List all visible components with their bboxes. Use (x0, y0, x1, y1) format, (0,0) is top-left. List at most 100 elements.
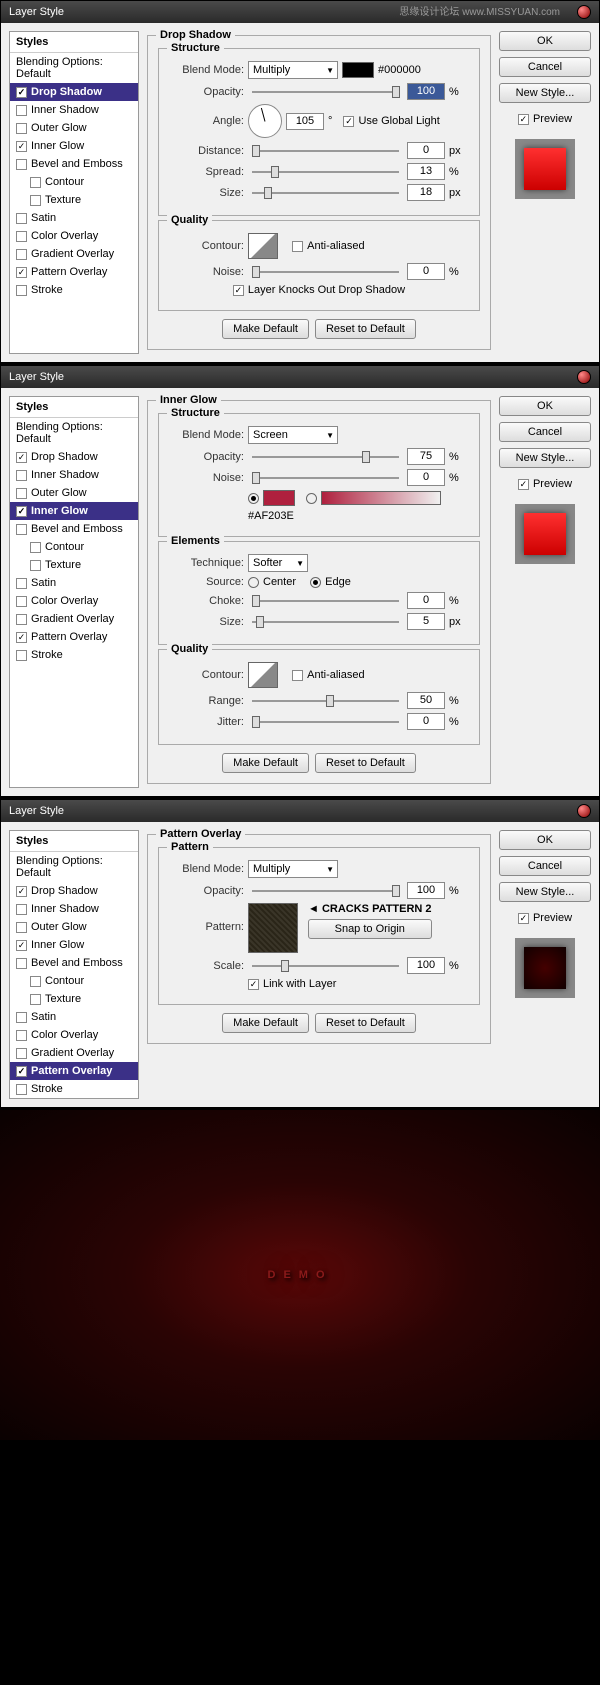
style-bevel[interactable]: Bevel and Emboss (10, 954, 138, 972)
distance-input[interactable]: 0 (407, 142, 445, 159)
checkbox-icon[interactable] (16, 488, 27, 499)
noise-slider[interactable] (252, 470, 399, 486)
blending-options[interactable]: Blending Options: Default (10, 53, 138, 83)
knocks-out-checkbox[interactable] (233, 285, 244, 296)
checkbox-icon[interactable] (16, 1012, 27, 1023)
checkbox-icon[interactable] (30, 542, 41, 553)
ok-button[interactable]: OK (499, 31, 591, 51)
style-stroke[interactable]: Stroke (10, 1080, 138, 1098)
checkbox-icon[interactable] (16, 632, 27, 643)
checkbox-icon[interactable] (16, 958, 27, 969)
opacity-slider[interactable] (252, 84, 399, 100)
reset-default-button[interactable]: Reset to Default (315, 753, 416, 773)
cancel-button[interactable]: Cancel (499, 57, 591, 77)
blending-options[interactable]: Blending Options: Default (10, 418, 138, 448)
spread-slider[interactable] (252, 164, 399, 180)
checkbox-icon[interactable] (16, 452, 27, 463)
style-inner-glow[interactable]: Inner Glow (10, 137, 138, 155)
style-drop-shadow[interactable]: Drop Shadow (10, 448, 138, 466)
style-stroke[interactable]: Stroke (10, 281, 138, 299)
checkbox-icon[interactable] (16, 578, 27, 589)
antialiased-checkbox[interactable] (292, 670, 303, 681)
style-stroke[interactable]: Stroke (10, 646, 138, 664)
distance-slider[interactable] (252, 143, 399, 159)
style-inner-glow[interactable]: Inner Glow (10, 502, 138, 520)
style-texture[interactable]: Texture (10, 990, 138, 1008)
close-orb[interactable] (577, 5, 591, 19)
style-drop-shadow[interactable]: Drop Shadow (10, 882, 138, 900)
checkbox-icon[interactable] (16, 105, 27, 116)
checkbox-icon[interactable] (16, 1066, 27, 1077)
checkbox-icon[interactable] (16, 87, 27, 98)
checkbox-icon[interactable] (16, 506, 27, 517)
checkbox-icon[interactable] (30, 994, 41, 1005)
glow-color-swatch[interactable] (263, 490, 295, 506)
style-outer-glow[interactable]: Outer Glow (10, 484, 138, 502)
new-style-button[interactable]: New Style... (499, 83, 591, 103)
checkbox-icon[interactable] (16, 940, 27, 951)
jitter-slider[interactable] (252, 714, 399, 730)
opacity-slider[interactable] (252, 449, 399, 465)
checkbox-icon[interactable] (16, 1048, 27, 1059)
close-orb[interactable] (577, 370, 591, 384)
contour-picker[interactable] (248, 233, 278, 259)
make-default-button[interactable]: Make Default (222, 753, 309, 773)
opacity-input[interactable]: 75 (407, 448, 445, 465)
snap-origin-button[interactable]: Snap to Origin (308, 919, 432, 939)
style-contour[interactable]: Contour (10, 173, 138, 191)
style-texture[interactable]: Texture (10, 556, 138, 574)
style-inner-shadow[interactable]: Inner Shadow (10, 900, 138, 918)
angle-dial[interactable] (248, 104, 282, 138)
style-contour[interactable]: Contour (10, 538, 138, 556)
scale-slider[interactable] (252, 958, 399, 974)
jitter-input[interactable]: 0 (407, 713, 445, 730)
opacity-input[interactable]: 100 (407, 83, 445, 100)
style-texture[interactable]: Texture (10, 191, 138, 209)
choke-slider[interactable] (252, 593, 399, 609)
reset-default-button[interactable]: Reset to Default (315, 1013, 416, 1033)
color-swatch[interactable] (342, 62, 374, 78)
checkbox-icon[interactable] (16, 470, 27, 481)
checkbox-icon[interactable] (16, 904, 27, 915)
cancel-button[interactable]: Cancel (499, 422, 591, 442)
checkbox-icon[interactable] (30, 560, 41, 571)
checkbox-icon[interactable] (16, 650, 27, 661)
cancel-button[interactable]: Cancel (499, 856, 591, 876)
blend-mode-select[interactable]: Multiply (248, 860, 338, 878)
style-contour[interactable]: Contour (10, 972, 138, 990)
angle-input[interactable]: 105 (286, 113, 324, 130)
style-inner-shadow[interactable]: Inner Shadow (10, 101, 138, 119)
make-default-button[interactable]: Make Default (222, 319, 309, 339)
blend-mode-select[interactable]: Multiply (248, 61, 338, 79)
noise-slider[interactable] (252, 264, 399, 280)
style-pattern-overlay[interactable]: Pattern Overlay (10, 263, 138, 281)
ok-button[interactable]: OK (499, 396, 591, 416)
checkbox-icon[interactable] (16, 267, 27, 278)
technique-select[interactable]: Softer (248, 554, 308, 572)
scale-input[interactable]: 100 (407, 957, 445, 974)
make-default-button[interactable]: Make Default (222, 1013, 309, 1033)
opacity-input[interactable]: 100 (407, 882, 445, 899)
size-input[interactable]: 18 (407, 184, 445, 201)
spread-input[interactable]: 13 (407, 163, 445, 180)
style-satin[interactable]: Satin (10, 209, 138, 227)
blend-mode-select[interactable]: Screen (248, 426, 338, 444)
checkbox-icon[interactable] (16, 614, 27, 625)
link-layer-checkbox[interactable] (248, 979, 259, 990)
source-edge-radio[interactable] (310, 577, 321, 588)
range-slider[interactable] (252, 693, 399, 709)
checkbox-icon[interactable] (30, 976, 41, 987)
source-center-radio[interactable] (248, 577, 259, 588)
checkbox-icon[interactable] (16, 922, 27, 933)
new-style-button[interactable]: New Style... (499, 448, 591, 468)
checkbox-icon[interactable] (16, 524, 27, 535)
new-style-button[interactable]: New Style... (499, 882, 591, 902)
preview-checkbox[interactable] (518, 479, 529, 490)
opacity-slider[interactable] (252, 883, 399, 899)
antialiased-checkbox[interactable] (292, 241, 303, 252)
style-outer-glow[interactable]: Outer Glow (10, 119, 138, 137)
size-input[interactable]: 5 (407, 613, 445, 630)
close-orb[interactable] (577, 804, 591, 818)
gradient-radio[interactable] (306, 493, 317, 504)
style-color-overlay[interactable]: Color Overlay (10, 227, 138, 245)
